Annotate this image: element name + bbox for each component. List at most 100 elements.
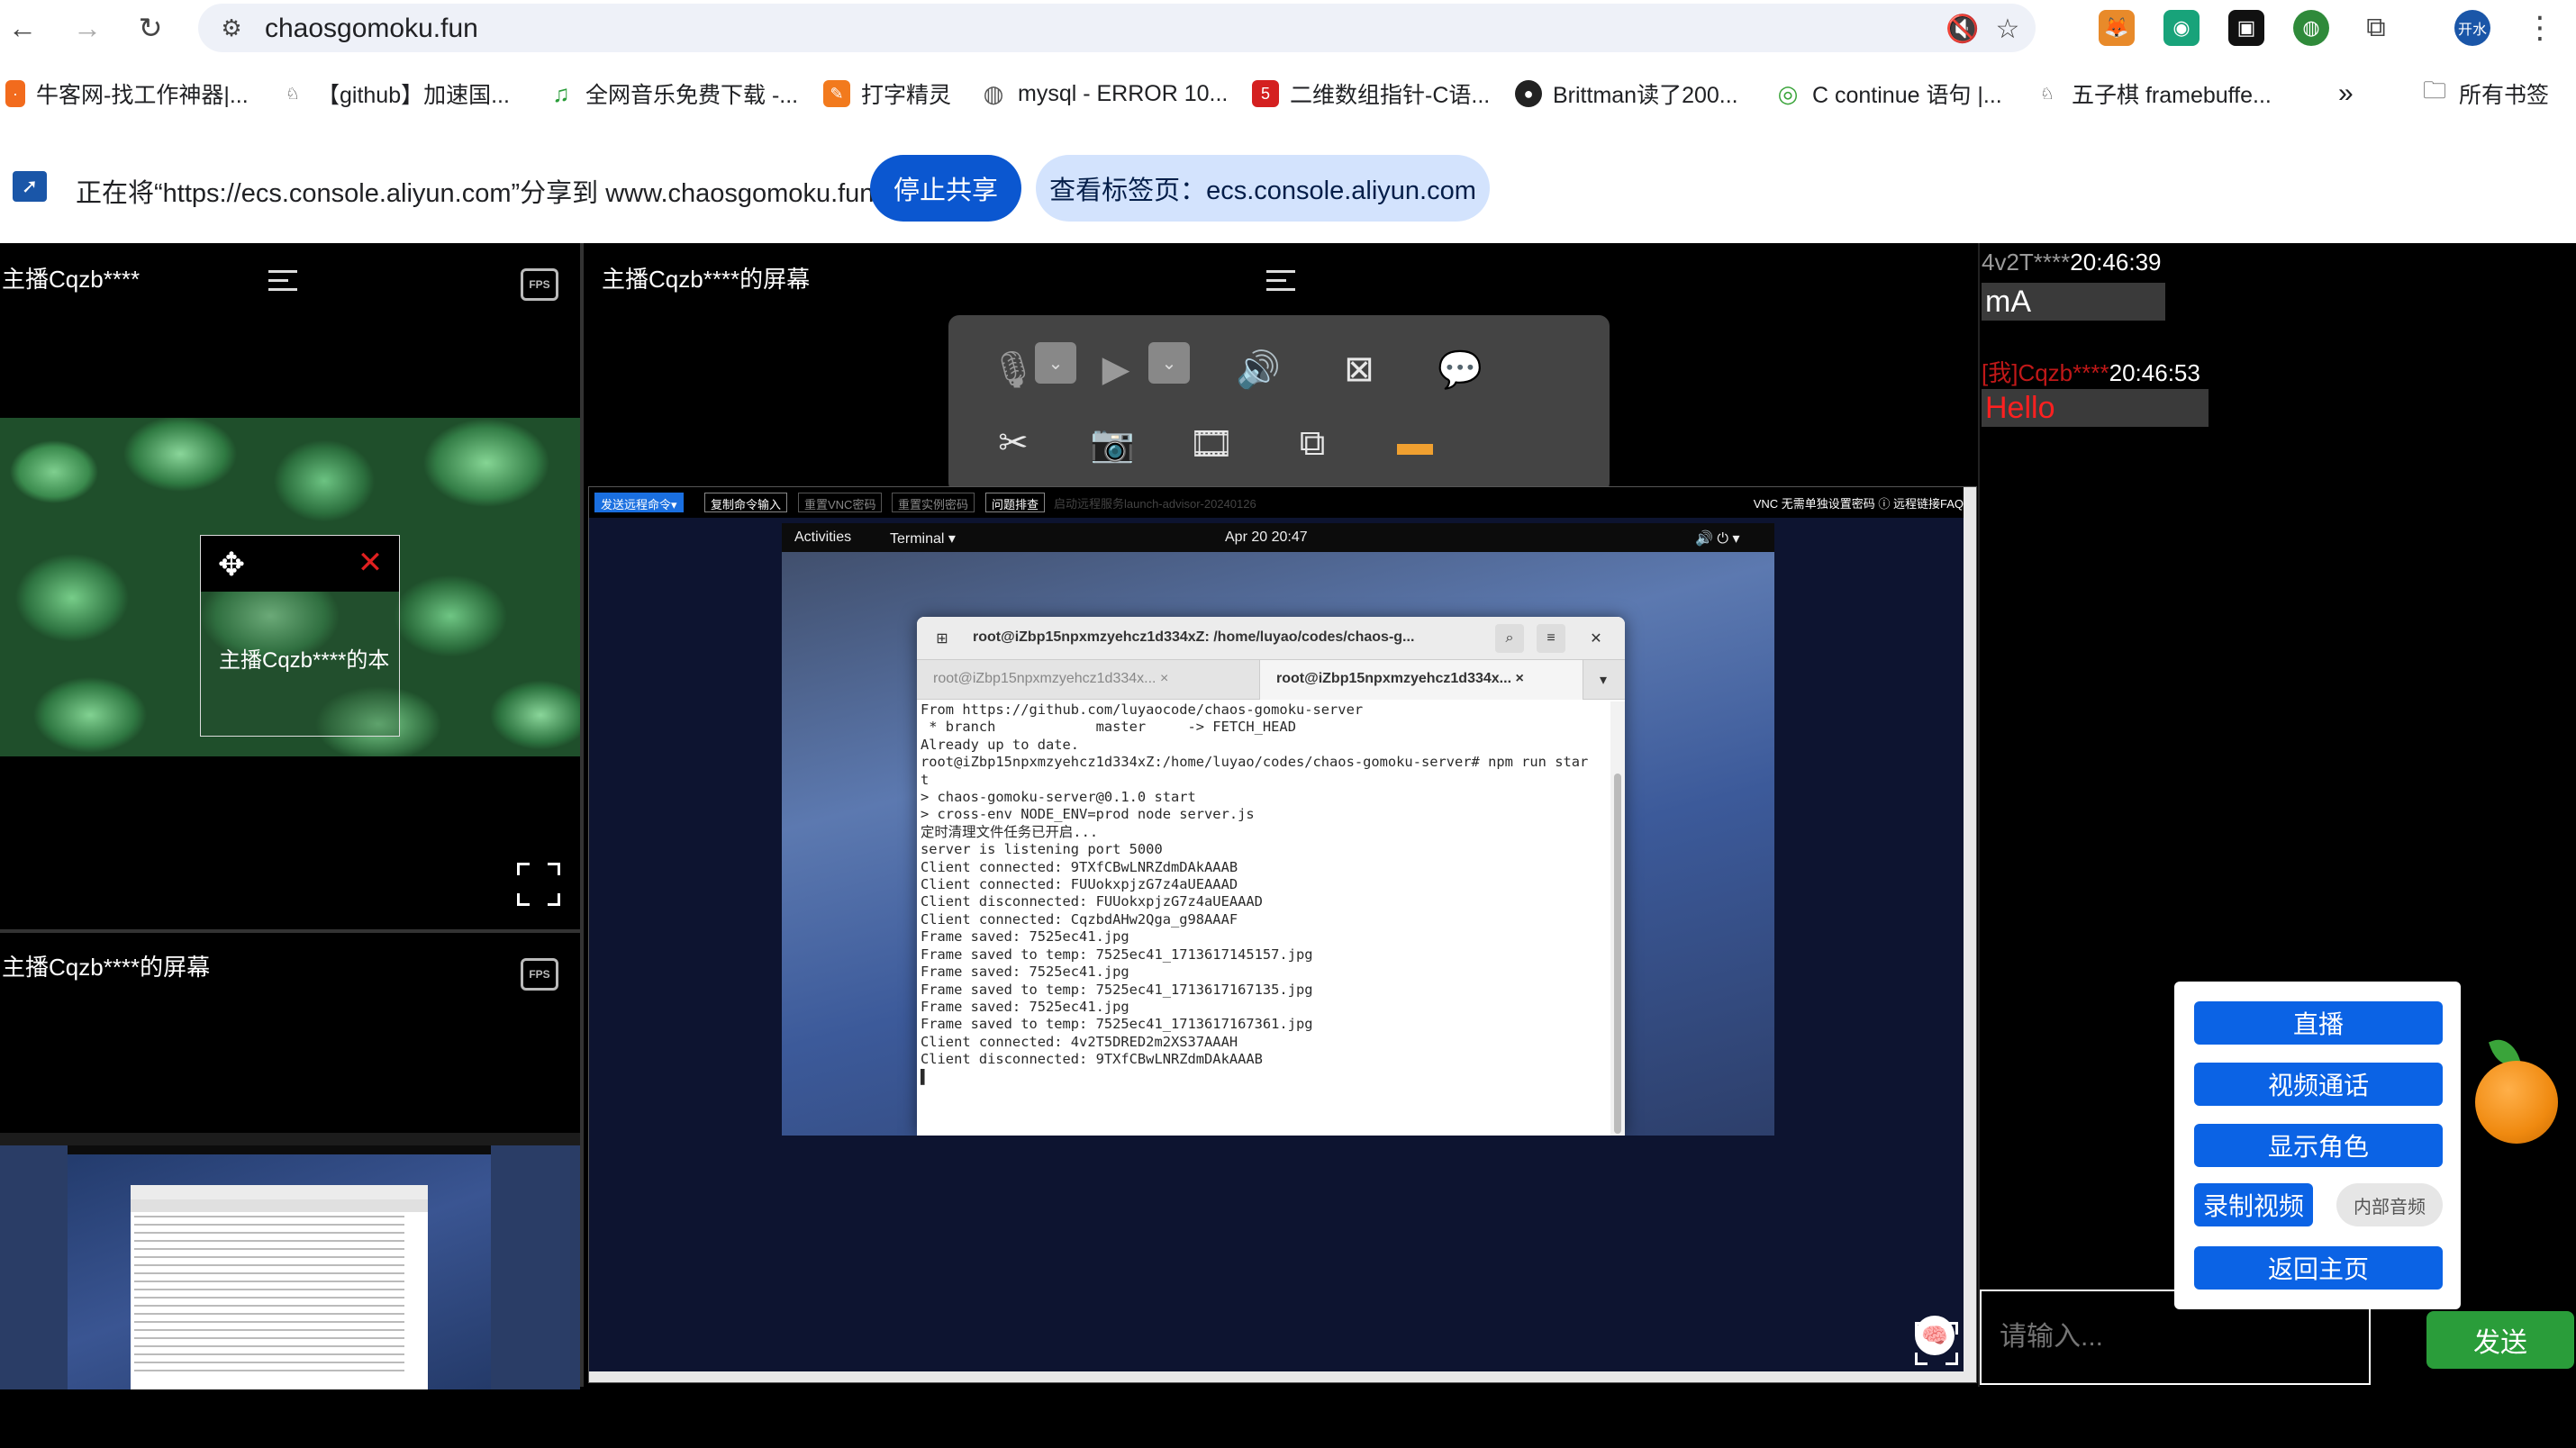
move-icon[interactable]: ✥ [213,547,249,583]
sharing-status-text: 正在将“https://ecs.console.aliyun.com”分享到 w… [76,179,875,208]
show-role-button[interactable]: 显示角色 [2194,1124,2443,1167]
globe-extension-icon[interactable]: ◍ [2293,10,2329,46]
remote-vertical-scrollbar[interactable] [1964,487,1976,1382]
close-icon[interactable]: × [1515,671,1523,686]
browser-menu-icon[interactable]: ⋮ [2522,7,2558,49]
clock[interactable]: Apr 20 20:47 [1225,529,1308,546]
boat-icon[interactable]: ▬ [1388,416,1442,470]
internal-audio-toggle[interactable]: 内部音频 [2336,1183,2443,1226]
close-icon[interactable]: ✕ [1582,624,1610,653]
screen-thumbnail[interactable] [0,1133,580,1389]
mute-tab-icon[interactable]: 🔇 [1946,12,1980,46]
list-icon[interactable] [268,270,297,295]
activities-button[interactable]: Activities [794,529,851,546]
scrollbar-thumb[interactable] [1614,774,1621,1134]
forward-icon[interactable]: → [67,7,108,49]
bookmark-label: mysql - ERROR 10... [1018,80,1229,106]
mic-muted-icon[interactable]: 🎙 [986,342,1040,396]
view-shared-tab-button[interactable]: 查看标签页：ecs.console.aliyun.com [1036,155,1490,222]
terminal-line: Client connected: 9TXfCBwLNRZdmDAkAAAB [921,858,1238,875]
bookmark-item[interactable]: ◍ mysql - ERROR 10... [980,76,1228,112]
bookmark-item[interactable]: ♫ 全网音乐免费下载 -... [548,76,798,112]
camera-off-icon[interactable]: ▶ [1089,342,1143,396]
terminal-line: ▌ [921,1068,930,1085]
mic-dropdown-icon[interactable]: ⌄ [1035,342,1076,384]
fullscreen-icon[interactable] [517,863,560,906]
camera-switch-icon[interactable]: 📷 [1085,416,1139,470]
terminal-line: Client disconnected: 9TXfCBwLNRZdmDAkAAA… [921,1051,1263,1068]
bookmark-item[interactable]: ✎ 打字精灵 [823,76,951,112]
more-bookmarks-icon[interactable]: » [2338,76,2354,112]
system-status-icon[interactable]: 🔊 ⏻ ▾ [1695,529,1740,548]
fps-icon[interactable]: FPS [521,958,558,991]
camera-dropdown-icon[interactable]: ⌄ [1148,342,1190,384]
remote-faq-text[interactable]: VNC 无需单独设置密码 ⓘ 远程链接FAQ [1754,494,1964,511]
search-icon[interactable]: ⌕ [1495,624,1524,653]
send-button[interactable]: 发送 [2426,1311,2574,1369]
bookmark-item[interactable]: ◎ C continue 语句 |... [1774,76,2002,112]
remote-desktop[interactable]: Activities Terminal ▾ Apr 20 20:47 🔊 ⏻ ▾… [782,523,1774,1136]
bookmark-star-icon[interactable]: ☆ [1991,12,2025,46]
copy-icon[interactable]: ⧉ [1285,416,1339,470]
remote-horizontal-scrollbar[interactable] [589,1371,1976,1382]
tab-dropdown-icon[interactable]: ▾ [1583,660,1625,700]
share-icon: ➚ [13,171,47,202]
profile-avatar[interactable]: 开水 [2454,10,2490,46]
troubleshoot-button[interactable]: 问题排查 [985,493,1046,512]
bookmark-item[interactable]: 5 二维数组指针-C语... [1252,76,1490,112]
terminal-tab[interactable]: root@iZbp15npxmzyehcz1d334x... × [917,660,1259,700]
speaker-icon[interactable]: 🔊 [1231,342,1285,396]
bookmark-item[interactable]: · 牛客网-找工作神器|... [5,76,249,112]
folder-icon: 🗀 [2421,77,2448,107]
close-icon[interactable]: × [1160,671,1168,686]
return-home-button[interactable]: 返回主页 [2194,1246,2443,1290]
url-text[interactable]: chaosgomoku.fun [265,14,478,44]
all-bookmarks-button[interactable]: 🗀 所有书签 [2421,76,2549,112]
game-extension-icon[interactable]: ▣ [2228,10,2264,46]
floating-video-window[interactable]: ✥ ✕ 主播Cqzb****的本 [200,535,400,737]
reset-instance-password-button[interactable]: 重置实例密码 [892,493,975,512]
orange-mascot-icon[interactable] [2475,1061,2558,1144]
fps-icon[interactable]: FPS [521,268,558,301]
bookmark-item[interactable]: ♘ 五子棋 framebuffe... [2034,76,2272,112]
terminal-line: * branch master -> FETCH_HEAD [921,719,1296,736]
new-tab-icon[interactable]: ⊞ [928,624,957,653]
reload-icon[interactable]: ↻ [130,7,171,49]
terminal-tab-active[interactable]: root@iZbp15npxmzyehcz1d334x... × [1259,660,1583,700]
chat-bubble-icon[interactable]: 💬 [1433,342,1487,396]
site-info-icon[interactable]: ⚙ [214,11,249,45]
floating-window-header[interactable]: ✥ ✕ [201,536,399,592]
close-icon[interactable]: ✕ [354,547,386,579]
record-video-button[interactable]: 录制视频 [2194,1183,2313,1226]
terminal-window[interactable]: ⊞ root@iZbp15npxmzyehcz1d334xZ: /home/lu… [917,617,1625,1136]
close-screen-icon[interactable]: ⊠ [1332,342,1386,396]
terminal-scrollbar[interactable] [1610,701,1625,1136]
thumbnail-topbar [68,1145,491,1154]
copy-command-button[interactable]: 复制命令输入 [704,493,788,512]
shared-screen-view[interactable]: 发送远程命令▾ 复制命令输入 重置VNC密码 重置实例密码 问题排查 启动远程服… [588,486,1977,1383]
live-button[interactable]: 直播 [2194,1001,2443,1045]
extensions-puzzle-icon[interactable]: ⧉ [2358,10,2394,46]
back-icon[interactable]: ← [2,7,43,49]
chat-extension-icon[interactable]: ◉ [2163,10,2200,46]
tab-label: root@iZbp15npxmzyehcz1d334x... [933,671,1156,686]
video-record-icon[interactable]: 🎞 [1184,416,1238,470]
video-call-button[interactable]: 视频通话 [2194,1063,2443,1106]
terminal-line: Frame saved: 7525ec41.jpg [921,998,1129,1015]
hamburger-menu-icon[interactable]: ≡ [1537,624,1565,653]
reset-vnc-password-button[interactable]: 重置VNC密码 [798,493,883,512]
address-bar[interactable]: ⚙ chaosgomoku.fun 🔇 ☆ [198,4,2036,52]
bookmark-item[interactable]: ● Brittman读了200... [1515,76,1738,112]
terminal-output[interactable]: From https://github.com/luyaocode/chaos-… [917,701,1610,1136]
collapse-list-icon[interactable] [1266,270,1295,295]
terminal-app-menu[interactable]: Terminal ▾ [890,529,956,548]
stop-sharing-button[interactable]: 停止共享 [870,155,1021,222]
send-remote-command-button[interactable]: 发送远程命令▾ [594,493,684,512]
metamask-icon[interactable]: 🦊 [2099,10,2135,46]
thumbnail-terminal [131,1185,428,1389]
terminal-line: From https://github.com/luyaocode/chaos-… [921,701,1364,718]
bookmark-item[interactable]: ♘ 【github】加速国... [279,76,510,112]
tools-icon[interactable]: ✂ [986,416,1040,470]
fullscreen-icon[interactable] [1915,1322,1958,1365]
thumbnail-terminal-text [134,1216,404,1378]
